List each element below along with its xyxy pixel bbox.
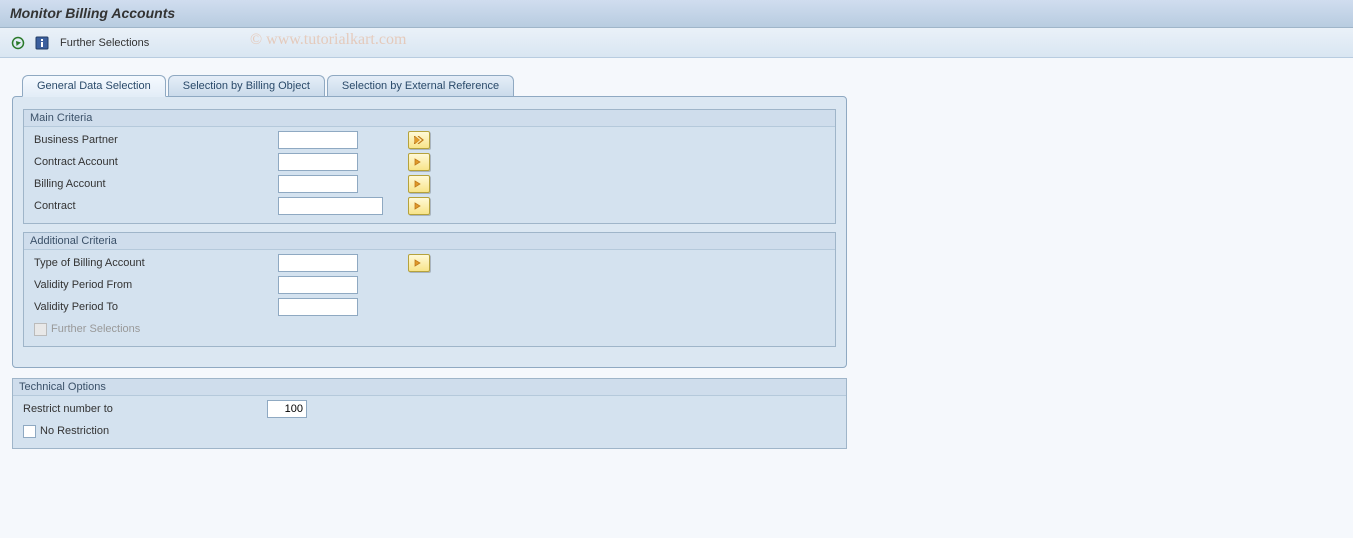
tab-general-data-selection[interactable]: General Data Selection — [22, 75, 166, 97]
label-contract: Contract — [28, 200, 278, 212]
info-icon[interactable] — [32, 33, 52, 53]
tab-selection-by-billing-object[interactable]: Selection by Billing Object — [168, 75, 325, 97]
input-validity-to[interactable] — [278, 298, 358, 316]
tab-selection-by-external-reference[interactable]: Selection by External Reference — [327, 75, 514, 97]
page-title: Monitor Billing Accounts — [10, 5, 175, 21]
page-header: Monitor Billing Accounts — [0, 0, 1353, 28]
watermark-text: © www.tutorialkart.com — [250, 31, 406, 49]
label-business-partner: Business Partner — [28, 134, 278, 146]
label-billing-account: Billing Account — [28, 178, 278, 190]
multi-select-contract-account[interactable] — [408, 153, 430, 171]
input-billing-account[interactable] — [278, 175, 358, 193]
multi-select-contract[interactable] — [408, 197, 430, 215]
multi-select-type-billing[interactable] — [408, 254, 430, 272]
row-contract: Contract — [24, 195, 835, 217]
multi-select-business-partner[interactable] — [408, 131, 430, 149]
tabstrip: General Data Selection Selection by Bill… — [22, 74, 847, 96]
input-restrict-number[interactable] — [267, 400, 307, 418]
execute-icon[interactable] — [8, 33, 28, 53]
group-title-additional: Additional Criteria — [24, 233, 835, 250]
content-area: General Data Selection Selection by Bill… — [0, 58, 1353, 461]
group-technical-options: Technical Options Restrict number to No … — [12, 378, 847, 449]
row-no-restriction: No Restriction — [13, 420, 846, 442]
group-additional-criteria: Additional Criteria Type of Billing Acco… — [23, 232, 836, 347]
label-validity-to: Validity Period To — [28, 301, 278, 313]
tab-container: General Data Selection Selection by Bill… — [12, 74, 847, 368]
toolbar: Further Selections © www.tutorialkart.co… — [0, 28, 1353, 58]
input-type-billing-account[interactable] — [278, 254, 358, 272]
input-contract-account[interactable] — [278, 153, 358, 171]
label-further-selections-check: Further Selections — [51, 323, 140, 335]
further-selections-link[interactable]: Further Selections — [60, 37, 149, 49]
row-restrict-number: Restrict number to — [13, 398, 846, 420]
input-validity-from[interactable] — [278, 276, 358, 294]
row-validity-to: Validity Period To — [24, 296, 835, 318]
group-title-technical: Technical Options — [13, 379, 846, 396]
row-further-selections-check: Further Selections — [24, 318, 835, 340]
group-title-main: Main Criteria — [24, 110, 835, 127]
label-validity-from: Validity Period From — [28, 279, 278, 291]
row-business-partner: Business Partner — [24, 129, 835, 151]
row-type-billing-account: Type of Billing Account — [24, 252, 835, 274]
label-no-restriction: No Restriction — [40, 425, 109, 437]
input-business-partner[interactable] — [278, 131, 358, 149]
label-type-billing-account: Type of Billing Account — [28, 257, 278, 269]
label-restrict-number: Restrict number to — [17, 403, 267, 415]
input-contract[interactable] — [278, 197, 383, 215]
row-billing-account: Billing Account — [24, 173, 835, 195]
group-main-criteria: Main Criteria Business Partner Contract … — [23, 109, 836, 224]
label-contract-account: Contract Account — [28, 156, 278, 168]
row-validity-from: Validity Period From — [24, 274, 835, 296]
multi-select-billing-account[interactable] — [408, 175, 430, 193]
checkbox-no-restriction[interactable] — [23, 425, 36, 438]
tab-panel: Main Criteria Business Partner Contract … — [12, 96, 847, 368]
checkbox-further-selections — [34, 323, 47, 336]
row-contract-account: Contract Account — [24, 151, 835, 173]
